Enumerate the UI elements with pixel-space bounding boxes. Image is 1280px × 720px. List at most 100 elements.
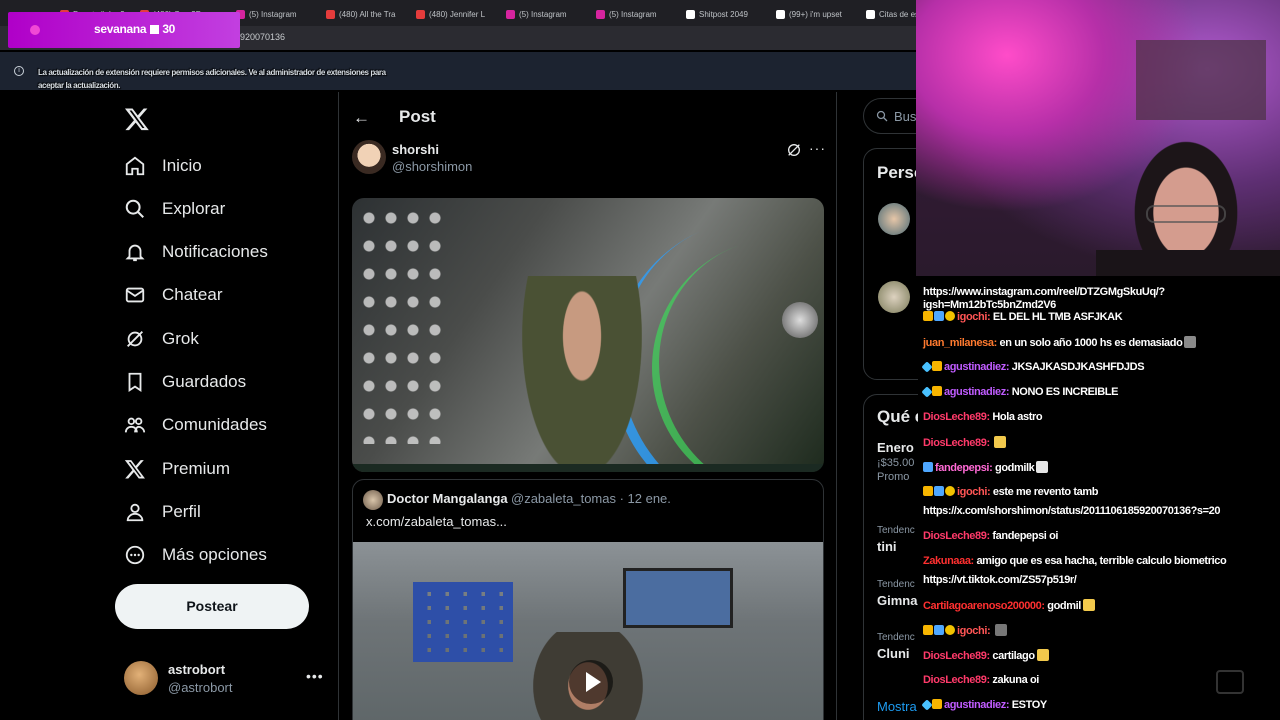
bookmark-icon bbox=[128, 372, 142, 392]
avatar bbox=[124, 661, 158, 695]
chat-badges bbox=[923, 486, 956, 500]
tab-label: (5) Instagram bbox=[609, 9, 657, 19]
streamer-body-graphic bbox=[1096, 250, 1280, 276]
crown-badge-icon bbox=[932, 361, 942, 371]
avatar[interactable] bbox=[878, 281, 910, 313]
chat-username[interactable]: juan_milanesa: bbox=[923, 337, 1000, 349]
chat-username[interactable]: agustinadiez: bbox=[944, 361, 1012, 373]
chat-message: DiosLeche89: cartilago bbox=[923, 649, 1273, 663]
taskbar-graphic bbox=[352, 464, 824, 472]
monitor-wall-graphic bbox=[413, 582, 513, 662]
gold-badge-icon bbox=[945, 311, 955, 321]
browser-tab[interactable]: (99+) i'm upset bbox=[776, 7, 842, 21]
quoted-post[interactable]: Doctor Mangalanga @zabaleta_tomas · 12 e… bbox=[352, 479, 824, 720]
tab-label: Shitpost 2049 bbox=[699, 9, 748, 19]
chat-message: igochi: este me revento tamb bbox=[923, 486, 1273, 500]
account-handle: @astrobort bbox=[168, 680, 233, 695]
nav-item-inicio[interactable]: Inicio bbox=[124, 151, 202, 181]
nav-item-grok[interactable]: Grok bbox=[124, 324, 199, 354]
webcam-feed bbox=[916, 0, 1280, 276]
url-text[interactable]: 920070136 bbox=[240, 32, 285, 42]
tab-label: (480) Jennifer L bbox=[429, 9, 486, 19]
trend-item[interactable]: Tendenc Gimnas bbox=[877, 579, 918, 608]
sub-badge-icon bbox=[934, 311, 944, 321]
nav-item-notificaciones[interactable]: Notificaciones bbox=[124, 237, 268, 267]
post-image[interactable] bbox=[352, 198, 824, 472]
back-arrow-icon[interactable]: ← bbox=[353, 108, 370, 128]
quote-video[interactable] bbox=[353, 542, 823, 720]
show-more-link[interactable]: Mostra bbox=[877, 699, 917, 714]
trend-category: Tendenc bbox=[877, 579, 915, 590]
desktop-icons-graphic bbox=[358, 204, 448, 444]
crown-badge-icon bbox=[932, 699, 942, 709]
grok-icon[interactable] bbox=[786, 142, 802, 158]
search-icon bbox=[876, 110, 888, 122]
chat-username[interactable]: DiosLeche89: bbox=[923, 530, 992, 542]
nav-item-m-s-opciones[interactable]: Más opciones bbox=[124, 540, 267, 570]
browser-tab[interactable]: (5) Instagram bbox=[596, 7, 657, 21]
post-button[interactable]: Postear bbox=[115, 584, 309, 629]
browser-tab[interactable]: (5) Instagram bbox=[506, 7, 567, 21]
nav-item-explorar[interactable]: Explorar bbox=[124, 194, 225, 224]
chat-badges bbox=[923, 625, 956, 639]
tab-favicon-icon bbox=[596, 9, 605, 19]
browser-tab[interactable]: (480) All the Tra bbox=[326, 7, 395, 21]
x-logo-icon[interactable] bbox=[124, 106, 150, 132]
chat-text: JKSAJKASDJKASHFDJDS bbox=[1011, 361, 1145, 373]
chat-username[interactable]: fandepepsi: bbox=[935, 462, 995, 474]
author-name[interactable]: shorshi bbox=[392, 142, 439, 157]
tab-label: (5) Instagram bbox=[519, 9, 567, 19]
nav-item-chatear[interactable]: Chatear bbox=[124, 280, 222, 310]
trend-title: Cluni bbox=[877, 646, 910, 661]
nav-item-comunidades[interactable]: Comunidades bbox=[124, 410, 267, 440]
browser-tab[interactable]: (480) Jennifer L bbox=[416, 7, 485, 21]
chat-username[interactable]: Zakunaaa: bbox=[923, 555, 976, 567]
quote-meta: @zabaleta_tomas · 12 ene. bbox=[511, 491, 671, 506]
chat-username[interactable]: DiosLeche89: bbox=[923, 437, 992, 449]
chat-username[interactable]: igochi: bbox=[957, 311, 993, 323]
tab-label: (480) All the Tra bbox=[339, 9, 396, 19]
chat-message: agustinadiez: NONO ES INCREIBLE bbox=[921, 386, 1273, 400]
nav-item-perfil[interactable]: Perfil bbox=[124, 497, 201, 527]
chat-username[interactable]: agustinadiez: bbox=[944, 699, 1012, 711]
tab-favicon-icon bbox=[416, 9, 425, 19]
chat-username[interactable]: igochi: bbox=[957, 486, 993, 498]
chat-username[interactable]: Cartilagoarenoso200000: bbox=[923, 600, 1047, 612]
more-icon[interactable]: ··· bbox=[809, 140, 826, 156]
author-avatar[interactable] bbox=[352, 140, 386, 174]
chat-username[interactable]: agustinadiez: bbox=[944, 386, 1012, 398]
more-icon[interactable]: ••• bbox=[306, 668, 324, 684]
browser-tab[interactable]: Shitpost 2049 bbox=[686, 7, 748, 21]
extension-infobar: i La actualización de extensión requiere… bbox=[0, 52, 916, 90]
avatar[interactable] bbox=[878, 203, 910, 235]
chat-username[interactable]: DiosLeche89: bbox=[923, 650, 992, 662]
chat-username[interactable]: DiosLeche89: bbox=[923, 411, 992, 423]
trend-item[interactable]: Tendenc Cluni bbox=[877, 632, 915, 661]
chat-message: DiosLeche89: fandepepsi oi bbox=[923, 530, 1273, 543]
account-switcher[interactable]: astrobort @astrobort ••• bbox=[124, 660, 324, 700]
quote-author-name: Doctor Mangalanga bbox=[387, 491, 508, 506]
who-to-follow-card: Perso bbox=[863, 148, 918, 380]
sword-badge-icon bbox=[921, 699, 933, 711]
browser-tab[interactable]: Citas de es bbox=[866, 7, 916, 21]
chat-text: ESTOY bbox=[1011, 699, 1047, 711]
tab-label: Citas de es bbox=[879, 9, 916, 19]
stream-chat: https://www.instagram.com/reel/DTZGMgSku… bbox=[916, 276, 1280, 720]
chat-username[interactable]: igochi: bbox=[957, 625, 993, 637]
nav-item-guardados[interactable]: Guardados bbox=[124, 367, 246, 397]
search-input[interactable]: Busc bbox=[863, 98, 918, 134]
nav-label: Más opciones bbox=[162, 545, 267, 564]
trend-item[interactable]: Enero e ¡$35.00 Promo bbox=[877, 437, 918, 483]
emote-icon bbox=[1036, 461, 1049, 473]
sword-badge-icon bbox=[921, 361, 933, 373]
play-icon[interactable] bbox=[569, 660, 613, 704]
chat-username[interactable]: DiosLeche89: bbox=[923, 674, 992, 686]
quote-text[interactable]: x.com/zabaleta_tomas... bbox=[366, 514, 507, 529]
author-handle[interactable]: @shorshimon bbox=[392, 159, 472, 174]
trend-item[interactable]: Tendenc tini bbox=[877, 525, 915, 554]
trend-subtitle: ¡$35.00 bbox=[877, 457, 915, 469]
stream-screen: Donate link ¿?(480) Gen 3D(5) Instagram(… bbox=[0, 0, 1280, 720]
trend-category: Tendenc bbox=[877, 632, 915, 643]
browser-tab[interactable]: (5) Instagram bbox=[236, 7, 297, 21]
nav-item-premium[interactable]: Premium bbox=[124, 454, 230, 484]
